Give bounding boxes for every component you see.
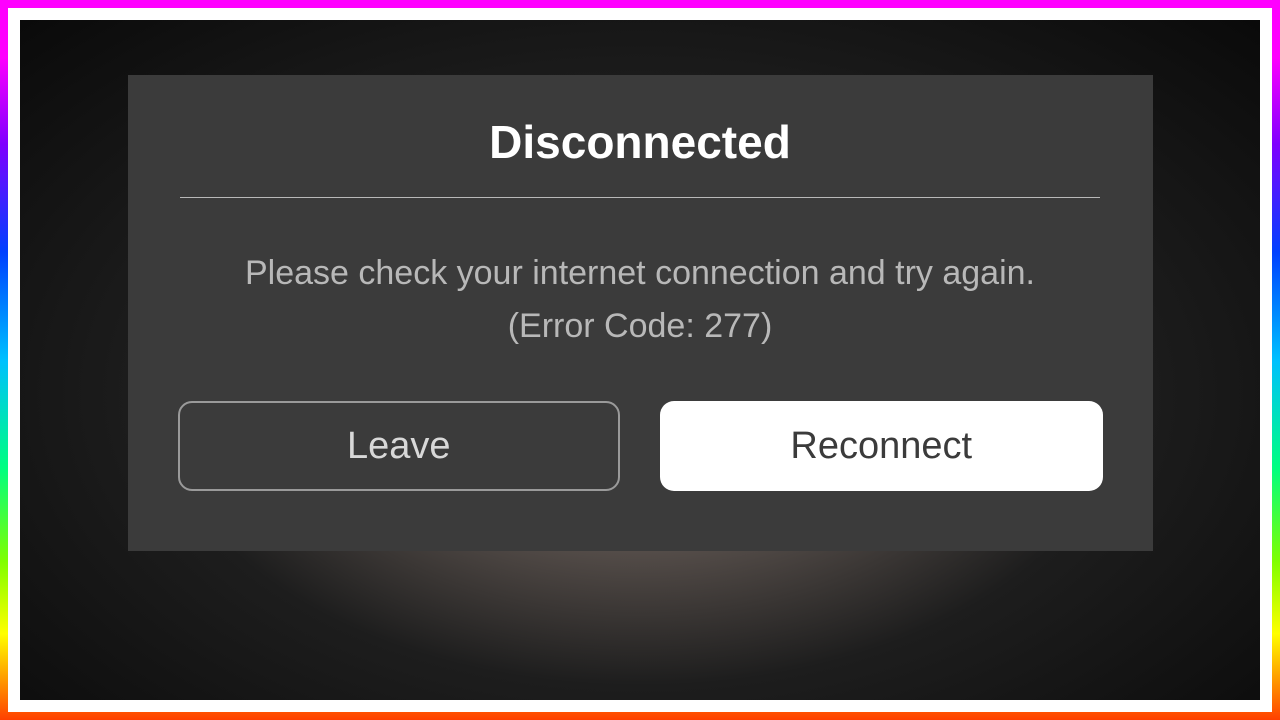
dialog-error-code: (Error Code: 277) xyxy=(508,307,773,346)
button-row: Leave Reconnect xyxy=(178,401,1103,491)
divider xyxy=(180,197,1100,198)
disconnected-dialog: Disconnected Please check your internet … xyxy=(128,75,1153,551)
dialog-title: Disconnected xyxy=(489,115,791,169)
leave-button[interactable]: Leave xyxy=(178,401,621,491)
reconnect-button[interactable]: Reconnect xyxy=(660,401,1102,491)
game-backdrop: Disconnected Please check your internet … xyxy=(20,20,1260,700)
inner-white-frame: Disconnected Please check your internet … xyxy=(8,8,1272,712)
dialog-message: Please check your internet connection an… xyxy=(245,248,1035,299)
rainbow-frame: Disconnected Please check your internet … xyxy=(0,0,1280,720)
